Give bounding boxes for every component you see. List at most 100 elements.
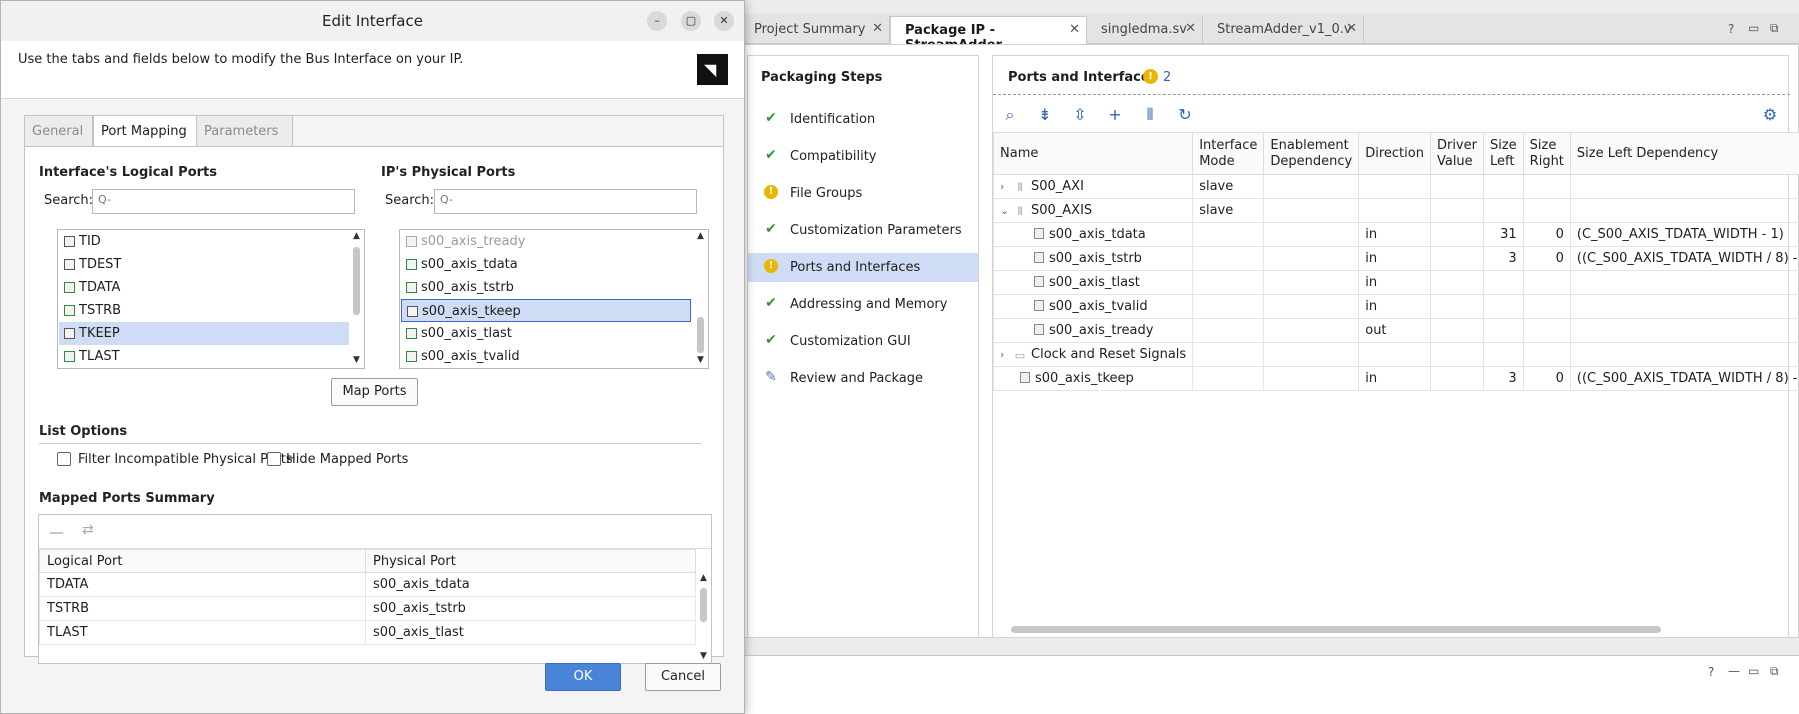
list-item[interactable]: TID [59,230,349,253]
col-size-left-dependency[interactable]: Size Left Dependency [1569,132,1799,175]
list-item-selected[interactable]: TKEEP [59,322,349,345]
tab-package-ip[interactable]: Package IP - StreamAdder✕ [890,16,1087,53]
step-customization-gui[interactable]: ✔ Customization GUI [748,327,978,356]
list-item[interactable]: s00_axis_tlast [401,322,691,345]
col-physical-port[interactable]: Physical Port [365,549,696,573]
hide-mapped-checkbox[interactable] [267,452,281,466]
unmap-icon[interactable]: ⇄ [82,522,94,538]
col-enablement-dependency[interactable]: Enablement Dependency [1263,132,1360,175]
remove-icon[interactable]: — [49,523,64,541]
tab-general[interactable]: General [25,116,93,146]
tab-project-summary[interactable]: Project Summary ✕ [740,16,890,44]
scroll-down-icon[interactable]: ▼ [694,355,707,367]
map-ports-button[interactable]: Map Ports [331,378,418,406]
question-icon[interactable]: ? [1708,665,1714,679]
list-item[interactable]: TDATA [59,276,349,299]
scrollbar-thumb[interactable] [1011,626,1661,633]
table-row[interactable]: TLAST s00_axis_tlast [39,620,696,645]
close-icon[interactable]: ✕ [1185,21,1196,36]
step-ports-and-interfaces[interactable]: ! Ports and Interfaces [748,253,978,282]
scroll-up-icon[interactable]: ▲ [694,231,707,243]
physical-search-input[interactable]: Q- [434,189,697,214]
chevron-right-icon[interactable]: › [1000,180,1014,193]
table-row[interactable]: s00_axis_tkeep in 3 0 ((C_S00_AXIS_TDATA_WI… [992,366,1799,391]
scroll-down-icon[interactable]: ▼ [697,651,710,663]
scrollbar-thumb[interactable] [697,317,704,353]
table-row[interactable]: › ▭ Clock and Reset Signals [992,342,1799,367]
scrollbar-thumb[interactable] [353,247,360,315]
hide-mapped-label[interactable]: Hide Mapped Ports [286,452,408,467]
chevron-down-icon[interactable]: ⌄ [1000,204,1014,217]
physical-ports-list[interactable]: s00_axis_tready s00_axis_tdata s00_axis_… [399,229,709,369]
settings-icon[interactable]: ⚙ [1758,103,1782,127]
table-row[interactable]: s00_axis_tlast in [992,270,1799,295]
scroll-down-icon[interactable]: ▼ [350,355,363,367]
minimize-icon[interactable]: — [1728,664,1740,678]
table-row[interactable]: s00_axis_tready out [992,318,1799,343]
add-icon[interactable]: + [1103,103,1127,127]
filter-incompatible-checkbox[interactable] [57,452,71,466]
tab-streamadder-v[interactable]: StreamAdder_v1_0.v ✕ [1203,16,1364,44]
step-file-groups[interactable]: ! File Groups [748,179,978,208]
close-icon[interactable]: ✕ [1346,21,1357,36]
table-row[interactable]: s00_axis_tstrb in 3 0 ((C_S00_AXIS_TDATA_WI… [992,246,1799,271]
table-row[interactable]: s00_axis_tvalid in [992,294,1799,319]
col-name[interactable]: Name [992,132,1194,175]
vertical-scrollbar[interactable]: ▲ ▼ [697,573,710,663]
search-icon[interactable]: ⌕ [998,103,1022,127]
step-identification[interactable]: ✔ Identification [748,105,978,134]
close-icon[interactable]: ✕ [872,21,883,36]
cancel-button[interactable]: Cancel [645,663,721,691]
list-item[interactable]: s00_axis_tdata [401,253,691,276]
warning-count[interactable]: 2 [1163,70,1171,85]
step-addressing-and-memory[interactable]: ✔ Addressing and Memory [748,290,978,319]
warning-icon[interactable]: ! [1143,69,1158,84]
col-logical-port[interactable]: Logical Port [39,549,366,573]
list-item[interactable]: TLAST [59,345,349,368]
list-item-selected[interactable]: s00_axis_tkeep [401,299,691,322]
table-row[interactable]: TDATA s00_axis_tdata [39,572,696,597]
expand-all-icon[interactable]: ⇳ [1068,103,1092,127]
table-row[interactable]: ⌄ ⦀ S00_AXIS slave [992,198,1799,223]
list-item[interactable]: s00_axis_tready [401,230,691,253]
step-customization-parameters[interactable]: ✔ Customization Parameters [748,216,978,245]
vertical-scrollbar[interactable]: ▲ ▼ [350,231,363,367]
list-item[interactable]: s00_axis_tvalid [401,345,691,368]
col-size-right[interactable]: Size Right [1522,132,1571,175]
maximize-icon[interactable]: ▢ [681,11,701,31]
scroll-up-icon[interactable]: ▲ [697,573,710,585]
table-row[interactable]: TSTRB s00_axis_tstrb [39,596,696,621]
close-icon[interactable]: ✕ [714,11,734,31]
step-review-and-package[interactable]: ✎ Review and Package [748,364,978,393]
restore-icon[interactable]: ▭ [1748,21,1759,35]
filter-incompatible-label[interactable]: Filter Incompatible Physical Ports [78,452,293,467]
list-item[interactable]: s00_axis_tstrb [401,276,691,299]
ok-button[interactable]: OK [545,663,621,691]
list-item[interactable]: TSTRB [59,299,349,322]
table-row[interactable]: › ⦀ S00_AXI slave [992,174,1799,199]
col-direction[interactable]: Direction [1358,132,1431,175]
restore-icon[interactable]: ▭ [1748,664,1759,678]
bus-interface-icon[interactable]: ⦀ [1138,103,1162,127]
refresh-icon[interactable]: ↻ [1173,103,1197,127]
logical-search-input[interactable]: Q- [92,189,355,214]
collapse-all-icon[interactable]: ⇟ [1033,103,1057,127]
col-size-left[interactable]: Size Left [1482,132,1524,175]
dialog-titlebar[interactable]: Edit Interface – ▢ ✕ [1,1,744,41]
maximize-icon[interactable]: ⧉ [1770,21,1779,36]
step-compatibility[interactable]: ✔ Compatibility [748,142,978,171]
question-icon[interactable]: ? [1728,22,1734,36]
minimize-icon[interactable]: – [647,11,667,31]
logical-ports-list[interactable]: TID TDEST TDATA TSTRB TKEEP TLAST ▲ ▼ [57,229,365,369]
maximize-icon[interactable]: ⧉ [1770,664,1779,679]
tab-parameters[interactable]: Parameters [197,116,293,146]
list-item[interactable]: TDEST [59,253,349,276]
horizontal-scrollbar[interactable] [1001,624,1781,634]
scrollbar-thumb[interactable] [700,588,707,622]
scroll-up-icon[interactable]: ▲ [350,231,363,243]
col-driver-value[interactable]: Driver Value [1429,132,1484,175]
tab-singledma[interactable]: singledma.sv ✕ [1087,16,1203,44]
close-icon[interactable]: ✕ [1069,22,1080,37]
table-row[interactable]: s00_axis_tdata in 31 0 (C_S00_AXIS_TDATA_WI… [992,222,1799,247]
tab-port-mapping[interactable]: Port Mapping [93,115,197,146]
